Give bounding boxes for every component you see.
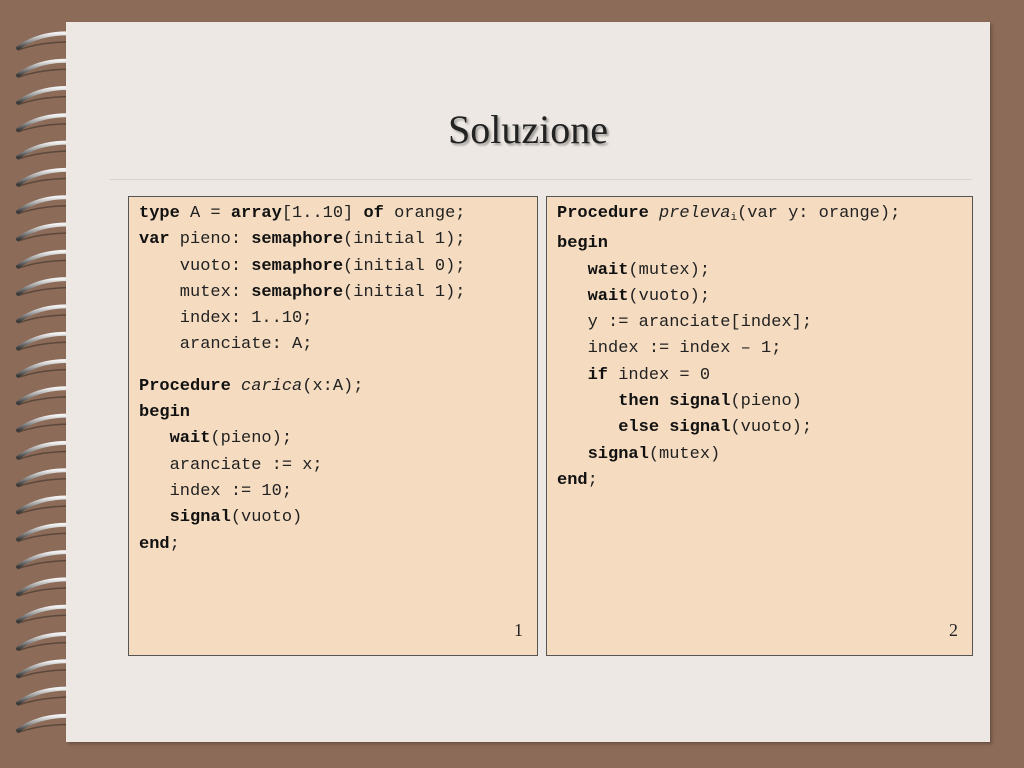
code-text: (vuoto)	[230, 508, 303, 528]
code-line: then signal(pieno)	[557, 389, 900, 415]
code-keyword: var	[139, 230, 170, 250]
code-keyword: begin	[557, 234, 609, 254]
code-keyword: end	[139, 534, 170, 554]
code-panel-2: Procedure prelevai(var y: orange); begin …	[546, 196, 973, 656]
code-keyword: then	[618, 392, 660, 412]
code-text: (initial 1);	[343, 230, 466, 250]
code-keyword: semaphore	[251, 256, 344, 276]
code-text: index = 0	[608, 365, 711, 385]
code-text: ;	[169, 534, 180, 554]
code-line: Procedure carica(x:A);	[139, 374, 466, 400]
code-keyword: array	[230, 204, 282, 223]
code-line: wait(vuoto);	[557, 284, 900, 310]
code-identifier: carica	[241, 376, 303, 396]
code-keyword: begin	[139, 403, 191, 423]
code-text: index := index – 1;	[557, 339, 782, 359]
panel-number-1: 1	[514, 620, 523, 640]
code-keyword: if	[587, 365, 609, 385]
code-line: vuoto: semaphore(initial 0);	[139, 254, 466, 280]
code-line: wait(pieno);	[139, 426, 466, 452]
code-text: (vuoto);	[730, 418, 813, 438]
code-text: (var y: orange);	[737, 204, 901, 223]
code-text: (mutex)	[648, 444, 721, 464]
code-line: end;	[557, 468, 900, 494]
code-line: index: 1..10;	[139, 306, 466, 332]
code-line: signal(vuoto)	[139, 505, 466, 531]
code-keyword: Procedure	[557, 204, 649, 223]
panel-number-2: 2	[949, 620, 958, 640]
code-keyword: end	[557, 470, 588, 490]
code-keyword: of	[363, 204, 384, 223]
code-line: wait(mutex);	[557, 258, 900, 284]
code-keyword: Procedure	[139, 376, 231, 396]
code-keyword: type	[139, 204, 180, 223]
code-text: (pieno);	[210, 429, 293, 449]
code-keyword: signal	[669, 418, 731, 438]
code-text: mutex:	[139, 282, 252, 302]
code-line: var pieno: semaphore(initial 1);	[139, 227, 466, 253]
code-text: (x:A);	[302, 376, 364, 396]
title-divider	[110, 179, 972, 180]
code-line: mutex: semaphore(initial 1);	[139, 280, 466, 306]
code-line: signal(mutex)	[557, 442, 900, 468]
code-line: y := aranciate[index];	[557, 310, 900, 336]
code-keyword: signal	[669, 392, 731, 412]
slide-title: Soluzione	[448, 107, 608, 152]
code-line: begin	[139, 400, 466, 426]
code-panel-1: type A = array[1..10] of orange; var pien…	[128, 196, 538, 656]
code-text: (pieno)	[730, 392, 802, 412]
code-text: A =	[179, 204, 231, 223]
code-line: else signal(vuoto);	[557, 415, 900, 441]
code-text: (initial 0);	[343, 256, 466, 276]
code-gap	[139, 359, 466, 374]
code-line: Procedure prelevai(var y: orange);	[557, 201, 900, 231]
code-text: (mutex);	[628, 260, 711, 280]
code-line: index := index – 1;	[557, 336, 900, 362]
code-text: (vuoto);	[628, 286, 711, 306]
code-text: ;	[587, 470, 598, 490]
code-block-1: type A = array[1..10] of orange; var pien…	[139, 201, 466, 558]
code-text: [1..10]	[281, 204, 364, 223]
code-line: type A = array[1..10] of orange;	[139, 201, 466, 227]
code-text: index: 1..10;	[139, 309, 313, 329]
code-keyword: wait	[587, 260, 629, 280]
code-text: (initial 1);	[343, 282, 466, 302]
code-keyword: signal	[169, 508, 231, 528]
code-text: index := 10;	[139, 481, 293, 501]
code-keyword: semaphore	[251, 230, 344, 250]
code-line: begin	[557, 231, 900, 257]
code-line: end;	[139, 532, 466, 558]
code-text: aranciate := x;	[139, 455, 323, 475]
code-keyword: wait	[587, 286, 629, 306]
code-keyword: wait	[169, 429, 211, 449]
code-line: if index = 0	[557, 363, 900, 389]
code-line: index := 10;	[139, 479, 466, 505]
code-text: aranciate: A;	[139, 335, 313, 355]
code-line: aranciate: A;	[139, 332, 466, 358]
code-block-2: Procedure prelevai(var y: orange); begin …	[557, 201, 900, 494]
code-text: pieno:	[169, 230, 252, 250]
code-text: orange;	[383, 204, 466, 223]
code-keyword: else	[618, 418, 660, 438]
code-text: vuoto:	[139, 256, 252, 276]
code-identifier: preleva	[659, 204, 731, 223]
code-keyword: signal	[587, 444, 649, 464]
code-keyword: semaphore	[251, 282, 344, 302]
code-text: y := aranciate[index];	[557, 313, 813, 333]
code-line: aranciate := x;	[139, 453, 466, 479]
